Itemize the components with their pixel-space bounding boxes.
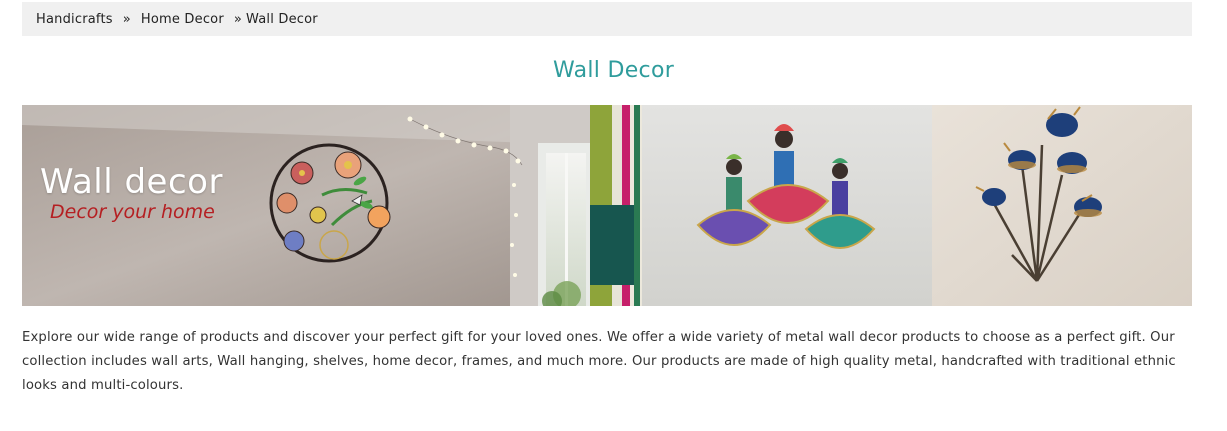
breadcrumb: Handicrafts » Home Decor » Wall Decor bbox=[22, 2, 1192, 36]
category-banner: Wall decor Decor your home bbox=[22, 105, 1192, 306]
breadcrumb-separator: » bbox=[122, 11, 131, 27]
breadcrumb-separator: » bbox=[233, 11, 243, 27]
banner-subheading: Decor your home bbox=[50, 201, 215, 223]
banner-caption: Wall decor Decor your home bbox=[40, 163, 223, 223]
category-description: Explore our wide range of products and d… bbox=[22, 330, 1176, 393]
page-title: Wall Decor bbox=[552, 58, 675, 83]
breadcrumb-link-handicrafts[interactable]: Handicrafts bbox=[36, 12, 113, 27]
category-page: Handicrafts » Home Decor » Wall Decor Wa… bbox=[0, 0, 1227, 431]
breadcrumb-link-home-decor[interactable]: Home Decor bbox=[141, 12, 224, 27]
banner-heading: Wall decor bbox=[40, 162, 223, 202]
breadcrumb-current: Wall Decor bbox=[246, 11, 318, 27]
